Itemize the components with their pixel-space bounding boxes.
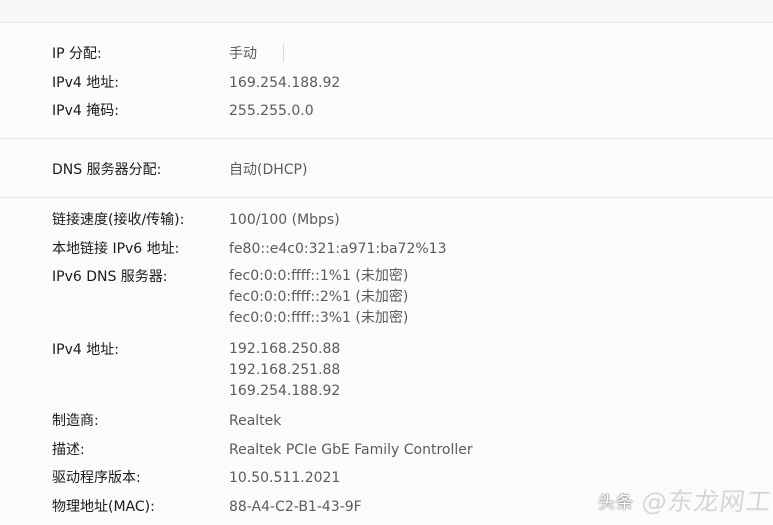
ip-assignment-label: IP 分配: (52, 46, 102, 62)
ipv4-mask-label: IPv4 掩码: (52, 103, 119, 119)
description-row: 描述: Realtek PCIe GbE Family Controller (0, 439, 773, 461)
manufacturer-row: 制造商: Realtek (0, 410, 773, 432)
mac-address-row: 物理地址(MAC): 88-A4-C2-B1-43-9F (0, 496, 773, 518)
text-cursor (283, 44, 284, 62)
link-speed-row: 链接速度(接收/传输): 100/100 (Mbps) (0, 209, 773, 231)
ipv4-address-value[interactable]: 169.254.188.92 (229, 381, 340, 402)
ipv4-address-value[interactable]: 192.168.251.88 (229, 360, 340, 381)
ipv4-addresses-label: IPv4 地址: (52, 342, 119, 358)
ipv4-address-value[interactable]: 192.168.250.88 (229, 339, 340, 360)
description-label: 描述: (52, 442, 85, 458)
driver-version-label: 驱动程序版本: (52, 470, 141, 486)
link-speed-label: 链接速度(接收/传输): (52, 212, 185, 228)
driver-version-value[interactable]: 10.50.511.2021 (229, 467, 340, 489)
manufacturer-value[interactable]: Realtek (229, 410, 281, 432)
manufacturer-label: 制造商: (52, 413, 99, 429)
link-local-ipv6-row: 本地链接 IPv6 地址: fe80::e4c0:321:a971:ba72%1… (0, 238, 773, 260)
ipv6-dns-server-value[interactable]: fec0:0:0:ffff::3%1 (未加密) (229, 308, 408, 329)
section-divider (0, 197, 773, 198)
ip-assignment-value[interactable]: 手动 (229, 43, 257, 65)
ipv6-dns-server-value[interactable]: fec0:0:0:ffff::1%1 (未加密) (229, 266, 408, 287)
ipv4-mask-row: IPv4 掩码: 255.255.0.0 (0, 100, 773, 122)
ip-assignment-row: IP 分配: 手动 (0, 43, 773, 65)
dns-assignment-row: DNS 服务器分配: 自动(DHCP) (0, 159, 773, 181)
section-divider (0, 138, 773, 139)
ipv4-addresses-row: IPv4 地址: 192.168.250.88 192.168.251.88 1… (0, 339, 773, 405)
ipv4-address-row: IPv4 地址: 169.254.188.92 (0, 72, 773, 94)
ipv4-address-values: 192.168.250.88 192.168.251.88 169.254.18… (229, 339, 340, 402)
description-value[interactable]: Realtek PCIe GbE Family Controller (229, 439, 473, 461)
ipv6-dns-servers-row: IPv6 DNS 服务器: fec0:0:0:ffff::1%1 (未加密) f… (0, 266, 773, 332)
link-local-ipv6-value[interactable]: fe80::e4c0:321:a971:ba72%13 (229, 238, 447, 260)
mac-address-label: 物理地址(MAC): (52, 499, 155, 515)
link-speed-value[interactable]: 100/100 (Mbps) (229, 209, 340, 231)
dns-assignment-value[interactable]: 自动(DHCP) (229, 159, 307, 181)
top-header-strip (0, 0, 773, 23)
ipv4-address-label: IPv4 地址: (52, 75, 119, 91)
ipv4-address-value[interactable]: 169.254.188.92 (229, 72, 340, 94)
ipv6-dns-server-values: fec0:0:0:ffff::1%1 (未加密) fec0:0:0:ffff::… (229, 266, 408, 329)
mac-address-value[interactable]: 88-A4-C2-B1-43-9F (229, 496, 362, 518)
link-local-ipv6-label: 本地链接 IPv6 地址: (52, 241, 180, 257)
ipv4-mask-value[interactable]: 255.255.0.0 (229, 100, 314, 122)
network-properties-panel: IP 分配: 手动 IPv4 地址: 169.254.188.92 IPv4 掩… (0, 0, 773, 525)
ipv6-dns-server-value[interactable]: fec0:0:0:ffff::2%1 (未加密) (229, 287, 408, 308)
driver-version-row: 驱动程序版本: 10.50.511.2021 (0, 467, 773, 489)
ipv6-dns-servers-label: IPv6 DNS 服务器: (52, 269, 168, 285)
dns-assignment-label: DNS 服务器分配: (52, 162, 162, 178)
